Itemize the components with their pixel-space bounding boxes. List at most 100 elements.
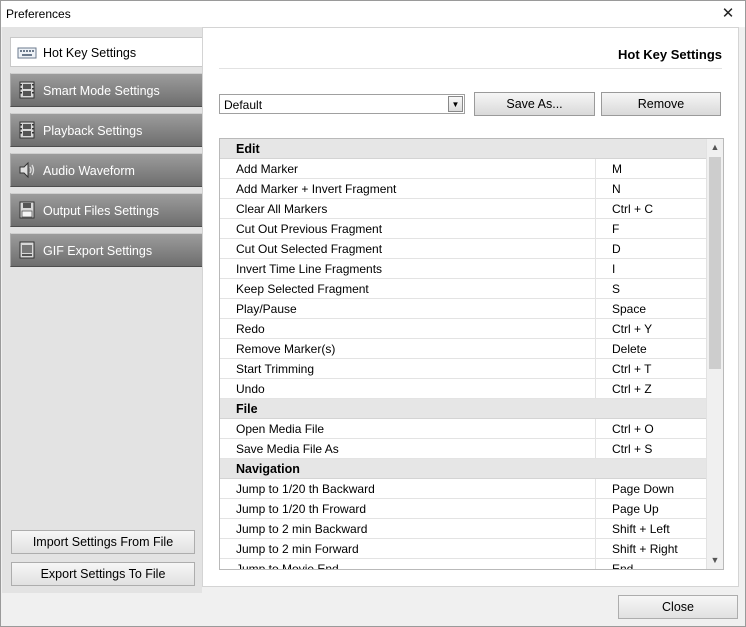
shortcut-cell[interactable]: Ctrl + S [612,442,652,456]
action-cell: Jump to 1/20 th Froward [236,502,367,516]
action-cell: Undo [236,382,265,396]
remove-button[interactable]: Remove [601,92,721,116]
export-settings-button[interactable]: Export Settings To File [11,562,195,586]
hot-key-settings-panel: Hot Key Settings Default ▼ Save As... Re… [202,27,739,587]
column-divider [595,199,596,219]
shortcut-cell[interactable]: Page Up [612,502,659,516]
shortcut-cell[interactable]: Space [612,302,646,316]
column-divider [595,519,596,539]
table-row[interactable]: Cut Out Selected Fragment D [220,239,706,259]
action-cell: Clear All Markers [236,202,328,216]
group-header: File [220,399,706,419]
action-cell: Remove Marker(s) [236,342,336,356]
scroll-up-icon[interactable]: ▲ [707,139,723,156]
shortcut-cell[interactable]: S [612,282,620,296]
table-row[interactable]: Add Marker + Invert Fragment N [220,179,706,199]
settings-sidebar: Hot Key Settings Smart Mode Settings Pla… [2,27,202,593]
shortcut-cell[interactable]: Delete [612,342,647,356]
table-row[interactable]: Invert Time Line Fragments I [220,259,706,279]
column-divider [595,379,596,399]
shortcut-cell[interactable]: M [612,162,622,176]
action-cell: Add Marker [236,162,299,176]
column-divider [595,179,596,199]
scroll-down-icon[interactable]: ▼ [707,552,723,569]
action-cell: Jump to 1/20 th Backward [236,482,375,496]
vertical-scrollbar[interactable]: ▲ ▼ [706,139,723,569]
sidebar-item-smart-mode-settings[interactable]: Smart Mode Settings [10,73,202,107]
column-divider [595,319,596,339]
film-icon [19,81,35,99]
sidebar-item-label: Output Files Settings [43,204,160,218]
column-divider [595,499,596,519]
table-row[interactable]: Jump to 2 min Backward Shift + Left [220,519,706,539]
shortcut-cell[interactable]: Shift + Left [612,522,670,536]
shortcut-cell[interactable]: D [612,242,621,256]
table-row[interactable]: Keep Selected Fragment S [220,279,706,299]
table-row[interactable]: Cut Out Previous Fragment F [220,219,706,239]
shortcut-cell[interactable]: End [612,562,633,569]
group-name: File [236,402,258,416]
column-divider [595,439,596,459]
sidebar-item-label: Smart Mode Settings [43,84,160,98]
speaker-icon [19,161,35,179]
floppy-icon [19,201,35,219]
table-row[interactable]: Jump to 1/20 th Backward Page Down [220,479,706,499]
shortcut-cell[interactable]: F [612,222,619,236]
table-row[interactable]: Jump to 2 min Forward Shift + Right [220,539,706,559]
shortcut-cell[interactable]: Page Down [612,482,674,496]
column-divider [595,339,596,359]
shortcut-cell[interactable]: Ctrl + Y [612,322,652,336]
table-row[interactable]: Redo Ctrl + Y [220,319,706,339]
panel-divider [219,68,722,69]
shortcut-cell[interactable]: I [612,262,615,276]
window-title: Preferences [6,7,71,21]
table-row[interactable]: Start Trimming Ctrl + T [220,359,706,379]
save-as-button[interactable]: Save As... [474,92,595,116]
preset-value: Default [224,98,263,112]
action-cell: Cut Out Selected Fragment [236,242,383,256]
shortcut-cell[interactable]: Ctrl + T [612,362,651,376]
sidebar-item-playback-settings[interactable]: Playback Settings [10,113,202,147]
shortcut-cell[interactable]: Ctrl + O [612,422,654,436]
close-button[interactable]: Close [618,595,738,619]
chevron-down-icon[interactable]: ▼ [448,96,463,112]
scrollbar-thumb[interactable] [709,157,721,369]
table-row[interactable]: Play/Pause Space [220,299,706,319]
table-row[interactable]: Open Media File Ctrl + O [220,419,706,439]
preset-dropdown[interactable]: Default ▼ [219,94,465,114]
shortcut-cell[interactable]: Shift + Right [612,542,678,556]
hotkey-rows: Edit Add Marker M Add Marker + Invert Fragm… [220,139,706,570]
table-row[interactable]: Remove Marker(s) Delete [220,339,706,359]
close-icon[interactable]: ✕ [711,1,745,27]
group-name: Edit [236,142,260,156]
shortcut-cell[interactable]: Ctrl + Z [612,382,652,396]
shortcut-cell[interactable]: N [612,182,621,196]
sidebar-item-output-files-settings[interactable]: Output Files Settings [10,193,202,227]
action-cell: Start Trimming [236,362,315,376]
table-row[interactable]: Jump to 1/20 th Froward Page Up [220,499,706,519]
group-name: Navigation [236,462,300,476]
action-cell: Jump to Movie End [236,562,339,570]
hotkey-table: Edit Add Marker M Add Marker + Invert Fragm… [219,138,724,570]
sidebar-item-gif-export-settings[interactable]: GIF Export Settings [10,233,202,267]
action-cell: Keep Selected Fragment [236,282,369,296]
table-row[interactable]: Add Marker M [220,159,706,179]
action-cell: Jump to 2 min Forward [236,542,359,556]
table-row[interactable]: Undo Ctrl + Z [220,379,706,399]
action-cell: Open Media File [236,422,325,436]
group-header: Edit [220,139,706,159]
action-cell: Play/Pause [236,302,297,316]
keyboard-icon [17,47,37,59]
column-divider [595,299,596,319]
sidebar-item-hot-key-settings[interactable]: Hot Key Settings [10,37,202,67]
action-cell: Redo [236,322,265,336]
shortcut-cell[interactable]: Ctrl + C [612,202,653,216]
table-row[interactable]: Save Media File As Ctrl + S [220,439,706,459]
import-settings-button[interactable]: Import Settings From File [11,530,195,554]
film-icon [19,121,35,139]
sidebar-item-label: Hot Key Settings [43,46,137,60]
sidebar-item-audio-waveform[interactable]: Audio Waveform [10,153,202,187]
table-row[interactable]: Jump to Movie End End [220,559,706,570]
table-row[interactable]: Clear All Markers Ctrl + C [220,199,706,219]
preferences-window: Preferences ✕ Hot Key Settings Smart Mod… [0,0,746,627]
